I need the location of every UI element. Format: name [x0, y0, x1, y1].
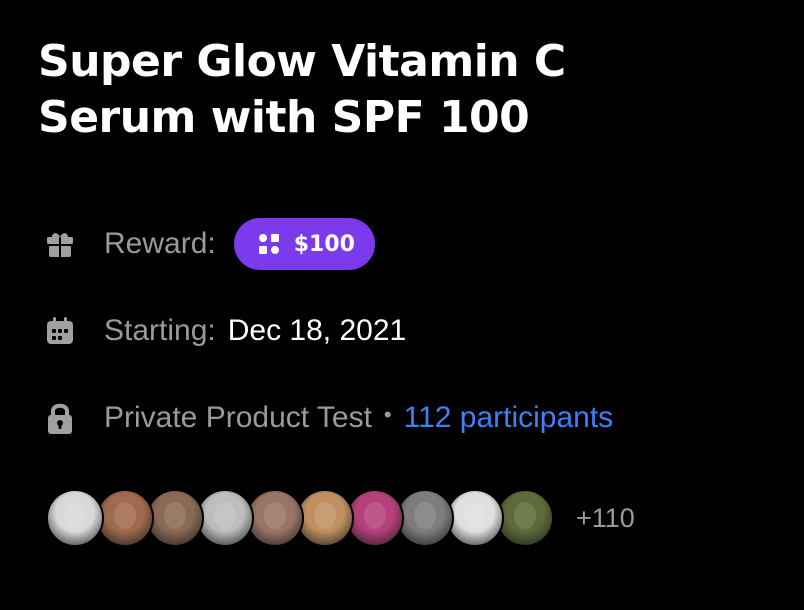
product-title-line-1: Super Glow Vitamin C [38, 36, 566, 87]
reward-label: Reward: [104, 227, 216, 260]
product-title: Super Glow Vitamin C Serum with SPF 100 [38, 34, 758, 146]
avatar[interactable] [96, 489, 154, 547]
avatar[interactable] [46, 489, 104, 547]
reward-badge: $100 [233, 218, 375, 270]
starting-date: Dec 18, 2021 [227, 314, 407, 347]
grid-cross-icon [258, 234, 279, 254]
calendar-icon [44, 314, 78, 348]
avatar[interactable] [246, 489, 304, 547]
private-test-label: Private Product Test [104, 401, 372, 434]
access-row: Private Product Test • 112 participants [44, 398, 613, 438]
participants-link[interactable]: 112 participants [404, 401, 614, 435]
avatar[interactable] [396, 489, 454, 547]
product-title-line-2: Serum with SPF 100 [38, 92, 530, 143]
reward-row: Reward: $100 [44, 218, 375, 270]
avatar[interactable] [496, 489, 554, 547]
lock-icon [44, 401, 78, 435]
avatar[interactable] [196, 489, 254, 547]
more-participants-count[interactable]: +110 [576, 503, 635, 534]
avatar[interactable] [146, 489, 204, 547]
avatar[interactable] [346, 489, 404, 547]
reward-amount: $100 [293, 231, 355, 257]
separator-dot: • [383, 402, 392, 427]
starting-row: Starting: Dec 18, 2021 [44, 311, 406, 351]
gift-icon [44, 227, 78, 261]
participant-avatars[interactable]: +110 [46, 488, 635, 548]
avatar[interactable] [296, 489, 354, 547]
starting-label: Starting: [104, 314, 216, 347]
avatar[interactable] [446, 489, 504, 547]
